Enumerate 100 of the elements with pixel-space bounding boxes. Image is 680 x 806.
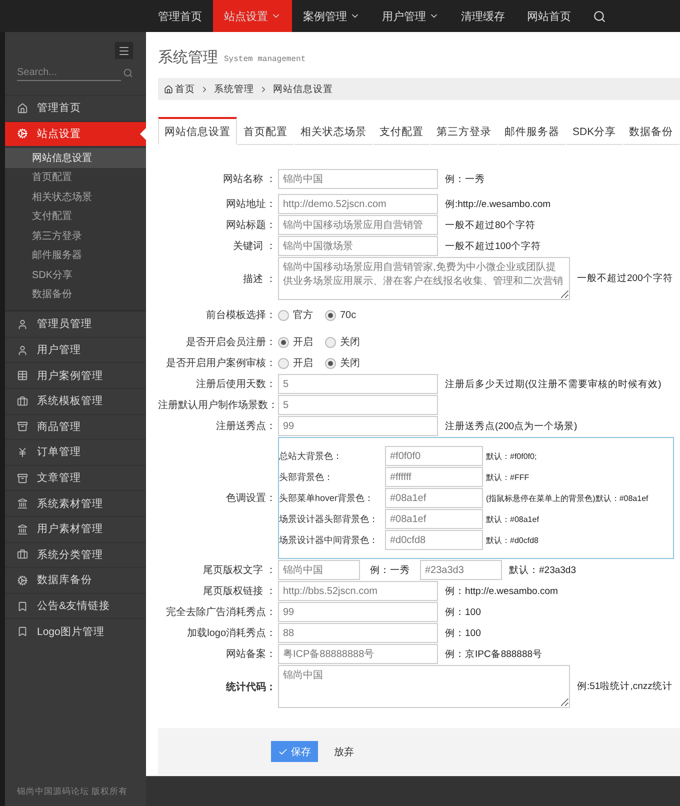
- landmark-icon: [17, 524, 28, 535]
- yen-icon: [17, 446, 28, 458]
- text-field[interactable]: 99: [278, 416, 438, 436]
- menu-button[interactable]: [115, 42, 133, 59]
- gears-icon: [17, 128, 28, 140]
- archive-icon: [17, 421, 28, 432]
- text-field[interactable]: http://bbs.52jscn.com: [278, 581, 438, 601]
- submenu-item[interactable]: 数据备份: [5, 284, 146, 304]
- radio-option[interactable]: 官方: [278, 308, 313, 322]
- breadcrumb-link[interactable]: 系统管理: [214, 82, 254, 96]
- field-label: 注册默认用户制作场景数：: [158, 398, 278, 412]
- search-field[interactable]: Search...: [17, 65, 121, 81]
- nav-item[interactable]: 案例管理: [292, 0, 371, 32]
- bookmark-icon: [17, 626, 28, 638]
- field-hint: 例：一秀: [370, 564, 410, 576]
- field-hint: 默认：#f0f0f0;: [486, 450, 537, 462]
- radio-option[interactable]: 70c: [325, 310, 356, 320]
- archive-icon: [17, 472, 28, 484]
- field-label: 完全去除广告消耗秀点：: [165, 606, 277, 619]
- radio-option[interactable]: 关闭: [325, 335, 360, 349]
- submenu-item[interactable]: 相关状态场景: [5, 187, 146, 207]
- user-icon: [17, 318, 28, 330]
- landmark-icon: [17, 498, 28, 510]
- nav-item[interactable]: 网站首页: [516, 0, 582, 32]
- nav-item[interactable]: 管理首页: [147, 0, 213, 32]
- field-label: 加载logo消耗秀点：: [186, 626, 277, 640]
- field-label: 是否开启用户案例审核：: [165, 356, 277, 370]
- text-field[interactable]: #08a1ef: [385, 488, 483, 508]
- text-field[interactable]: 锦尚中国微场景: [278, 236, 438, 256]
- text-field[interactable]: 粤ICP备88888888号: [278, 644, 438, 664]
- radio-option[interactable]: 开启: [278, 356, 313, 370]
- field-hint: 例:http://e.wesambo.com: [445, 198, 551, 210]
- text-field[interactable]: #d0cfd8: [385, 530, 483, 550]
- field-label: 网站地址：: [225, 198, 277, 211]
- text-field[interactable]: 锦尚中国: [278, 169, 438, 189]
- tab[interactable]: 网站信息设置: [158, 117, 237, 145]
- text-field[interactable]: #23a3d3: [420, 560, 502, 580]
- field-label: 描述 ：: [242, 272, 277, 286]
- cancel-button[interactable]: 放弃: [330, 741, 358, 762]
- field-hint: 一般不超过80个字符: [445, 218, 536, 232]
- field-hint: 例:51啦统计,cnzz统计: [577, 680, 672, 693]
- field-label: 头部背景色：: [279, 470, 334, 484]
- field-hint: (指鼠标悬停在菜单上的背景色)默认：#08a1ef: [486, 492, 648, 504]
- radio-option[interactable]: 开启: [278, 335, 313, 349]
- field-hint: 例：http://e.wesambo.com: [445, 584, 558, 598]
- field-label: 是否开启会员注册：: [185, 336, 277, 349]
- search-icon: [123, 68, 133, 78]
- briefcase-icon: [17, 396, 28, 407]
- briefcase-icon: [17, 549, 28, 560]
- field-hint: 默认：#08a1ef: [486, 514, 539, 524]
- field-hint: 默认：#d0cfd8: [486, 534, 538, 546]
- field-label: 前台模板选择：: [205, 308, 277, 322]
- submenu-item[interactable]: 首页配置: [5, 168, 146, 188]
- copyright-text: 锦尚中国源码论坛 版权所有: [17, 786, 128, 796]
- home-icon: [164, 84, 173, 94]
- user-icon: [17, 344, 28, 356]
- text-field[interactable]: #f0f0f0: [385, 446, 483, 466]
- text-area[interactable]: 锦尚中国移动场景应用自营销管家,免费为中小微企业或团队提供业务场景应用展示、潜在客户在线报名收集、管理和二次营销: [278, 257, 570, 300]
- field-label: 注册送秀点：: [215, 420, 277, 433]
- field-label: 场景设计器中间背景色：: [279, 534, 379, 546]
- field-label: 尾页版权文字 ：: [202, 564, 277, 577]
- home-icon: [17, 102, 28, 114]
- chevron-right-icon: [200, 84, 209, 94]
- text-field[interactable]: 5: [278, 374, 438, 394]
- text-field[interactable]: 5: [278, 395, 438, 415]
- nav-item[interactable]: 清理缓存: [450, 0, 516, 32]
- text-field[interactable]: 锦尚中国移动场景应用自营销管: [278, 215, 438, 235]
- field-hint: 注册后多少天过期(仅注册不需要审核的时候有效): [445, 378, 662, 390]
- text-field[interactable]: #08a1ef: [385, 509, 483, 529]
- field-hint: 例：100: [445, 626, 481, 640]
- field-label: 网站标题：: [225, 218, 277, 232]
- field-label: 尾页版权链接 ：: [202, 584, 277, 598]
- breadcrumb-link[interactable]: 网站信息设置: [273, 82, 333, 96]
- chevron-right-icon: [259, 84, 268, 94]
- submenu-item[interactable]: SDK分享: [5, 265, 146, 285]
- bookmark-icon: [17, 600, 28, 612]
- table-icon: [17, 370, 28, 382]
- submenu-item[interactable]: 网站信息设置: [5, 148, 146, 168]
- text-field[interactable]: #ffffff: [385, 467, 483, 487]
- field-hint: 例：100: [445, 606, 481, 618]
- submenu-item[interactable]: 支付配置: [5, 206, 146, 226]
- text-field[interactable]: 99: [278, 602, 438, 622]
- breadcrumb-link[interactable]: 首页: [164, 82, 195, 96]
- field-label: 网站名称 ：: [222, 172, 277, 186]
- text-area[interactable]: 锦尚中国: [278, 665, 570, 708]
- submenu-item[interactable]: 第三方登录: [5, 226, 146, 246]
- field-hint: 默认：#FFF: [486, 472, 530, 482]
- page-title: 系统管理: [158, 48, 218, 66]
- sidebar-item[interactable]: 站点设置: [5, 120, 146, 146]
- field-label: 关键词 ：: [232, 240, 277, 253]
- submenu-item[interactable]: 邮件服务器: [5, 246, 146, 266]
- nav-item[interactable]: 用户管理: [371, 0, 450, 32]
- field-hint: 例：一秀: [445, 172, 485, 186]
- field-label: 场景设计器头部背景色：: [279, 512, 379, 526]
- text-field[interactable]: 锦尚中国: [278, 560, 360, 580]
- text-field[interactable]: http://demo.52jscn.com: [278, 194, 438, 214]
- field-hint: 一般不超过200个字符: [577, 272, 673, 285]
- text-field[interactable]: 88: [278, 623, 438, 643]
- field-label: 网站备案：: [225, 648, 277, 661]
- radio-option[interactable]: 关闭: [325, 356, 360, 370]
